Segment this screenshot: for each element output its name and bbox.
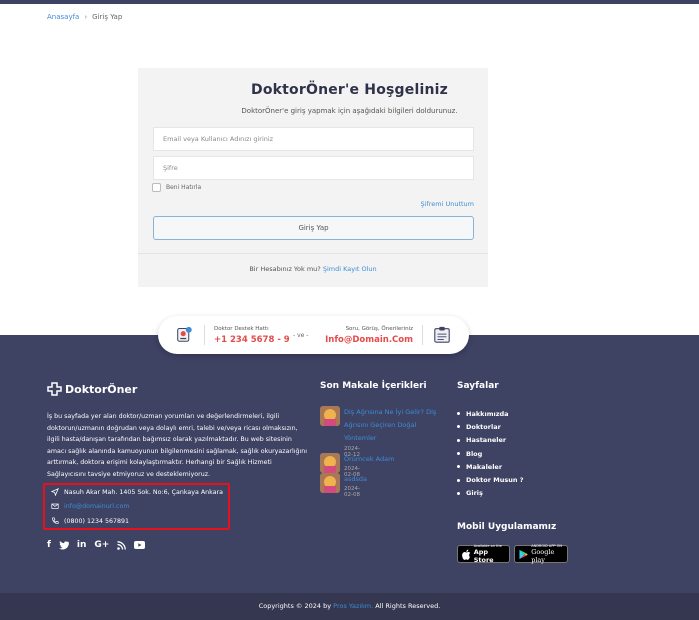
divider <box>204 325 205 345</box>
breadcrumb: Anasayfa › Giriş Yap <box>47 13 122 21</box>
login-submit-button[interactable]: Giriş Yap <box>153 216 474 240</box>
bullet-icon <box>457 412 460 416</box>
app-store-badge[interactable]: Available on the App Store <box>457 544 510 564</box>
remember-label: Beni Hatırla <box>166 184 202 191</box>
support-line-label: Doktor Destek Hattı <box>214 326 269 332</box>
googleplay-big-text: Google play <box>531 548 555 564</box>
article-title[interactable]: Örümcek Adam <box>344 453 444 466</box>
feedback-label: Soru, Görüş, Önerileriniz <box>345 326 413 332</box>
page-link-label: Hakkımızda <box>466 409 509 418</box>
article-date: 2024-02-08 <box>344 486 360 498</box>
google-play-icon <box>519 549 528 559</box>
footer-about-text: İş bu sayfada yer alan doktor/uzman yoru… <box>47 413 307 478</box>
page-link-articles[interactable]: Makaleler <box>457 460 523 473</box>
logo-cross-icon <box>47 382 62 396</box>
article-title[interactable]: Diş Ağrısına Ne İyi Gelir? Diş Ağrısını … <box>344 406 444 445</box>
phone-row: (0800) 1234 567891 <box>51 517 129 525</box>
copyright-bar: Copyrights © 2024 by Pros Yazılım. All R… <box>0 593 699 620</box>
google-play-badge[interactable]: ANDROID APP ON Google play <box>514 544 568 564</box>
article-thumbnail <box>320 473 340 493</box>
page-link-label: Blog <box>466 449 483 458</box>
divider <box>422 325 423 345</box>
page-link-blog[interactable]: Blog <box>457 447 523 460</box>
article-thumbnail <box>320 453 340 473</box>
login-subtitle: DoktorÖner'e giriş yapmak için aşağıdaki… <box>241 107 458 115</box>
top-accent-bar <box>0 0 699 4</box>
youtube-icon[interactable] <box>134 541 146 549</box>
social-links: f in G+ <box>47 540 146 550</box>
company-link[interactable]: Pros Yazılım. <box>333 602 373 610</box>
pages-list: Hakkımızda Doktorlar Hastaneler Blog Mak… <box>457 407 523 500</box>
phone-icon <box>52 517 59 524</box>
bullet-icon <box>457 491 460 495</box>
password-input[interactable] <box>153 156 474 180</box>
articles-heading: Son Makale İçerikleri <box>320 381 427 391</box>
breadcrumb-separator: › <box>84 13 88 21</box>
page-link-label: Makaleler <box>466 462 503 471</box>
remember-me[interactable]: Beni Hatırla <box>152 183 201 192</box>
mobile-app-heading: Mobil Uygulamamız <box>457 522 557 532</box>
bullet-icon <box>457 425 460 429</box>
login-title: DoktorÖner'e Hoşgeliniz <box>251 82 448 98</box>
contact-strip: Doktor Destek Hattı +1 234 5678 - 9 - ve… <box>158 316 469 354</box>
phone-text: (0800) 1234 567891 <box>64 517 130 525</box>
page-link-label: Giriş <box>466 489 483 498</box>
and-separator: - ve - <box>293 332 309 339</box>
address-text: Nasuh Akar Mah. 1405 Sok. No:6, Çankaya … <box>64 488 223 496</box>
page-link-about[interactable]: Hakkımızda <box>457 407 523 420</box>
register-text: Bir Hesabınız Yok mu? <box>249 265 321 273</box>
copyright-suffix: All Rights Reserved. <box>375 602 441 610</box>
article-title[interactable]: asdsda <box>344 473 444 486</box>
address-row: Nasuh Akar Mah. 1405 Sok. No:6, Çankaya … <box>51 488 223 496</box>
page-link-hospitals[interactable]: Hastaneler <box>457 434 523 447</box>
page-link-login[interactable]: Giriş <box>457 487 523 500</box>
register-prompt: Bir Hesabınız Yok mu? Şimdi Kayıt Olun <box>138 265 488 273</box>
doctor-support-icon <box>177 326 192 342</box>
rss-icon[interactable] <box>117 540 127 550</box>
bullet-icon <box>457 478 460 482</box>
footer-logo[interactable]: DoktorÖner <box>47 382 137 396</box>
twitter-icon[interactable] <box>58 540 69 550</box>
register-link[interactable]: Şimdi Kayıt Olun <box>323 265 377 273</box>
breadcrumb-current: Giriş Yap <box>92 13 123 21</box>
pages-heading: Sayfalar <box>457 381 499 391</box>
clipboard-icon <box>434 326 450 343</box>
linkedin-icon[interactable]: in <box>77 540 87 550</box>
location-arrow-icon <box>51 488 59 496</box>
apple-icon <box>462 549 471 560</box>
page-link-doctors[interactable]: Doktorlar <box>457 420 523 433</box>
email-row: info@domainurl.com <box>51 502 129 510</box>
breadcrumb-home-link[interactable]: Anasayfa <box>47 13 79 21</box>
email-link[interactable]: info@domainurl.com <box>64 503 129 510</box>
card-divider <box>138 253 488 254</box>
appstore-big-text: App Store <box>473 548 494 564</box>
remember-checkbox[interactable] <box>152 183 161 192</box>
page-link-label: Doktor Musun ? <box>466 476 524 485</box>
bullet-icon <box>457 465 460 469</box>
feedback-email[interactable]: Info@Domain.Com <box>318 335 413 345</box>
facebook-icon[interactable]: f <box>47 540 51 550</box>
bullet-icon <box>457 452 460 456</box>
google-plus-icon[interactable]: G+ <box>94 540 109 550</box>
support-line-phone[interactable]: +1 234 5678 - 9 <box>214 335 290 345</box>
email-input[interactable] <box>153 127 474 151</box>
page-link-label: Doktorlar <box>466 422 501 431</box>
copyright-prefix: Copyrights © 2024 by <box>258 602 332 610</box>
footer-logo-text: DoktorÖner <box>65 382 138 396</box>
article-thumbnail <box>320 406 340 426</box>
page-link-label: Hastaneler <box>466 436 507 445</box>
envelope-icon <box>51 503 59 509</box>
forgot-password-link[interactable]: Şifremi Unuttum <box>380 200 475 208</box>
page-link-are-you-doctor[interactable]: Doktor Musun ? <box>457 473 523 486</box>
bullet-icon <box>457 438 460 442</box>
